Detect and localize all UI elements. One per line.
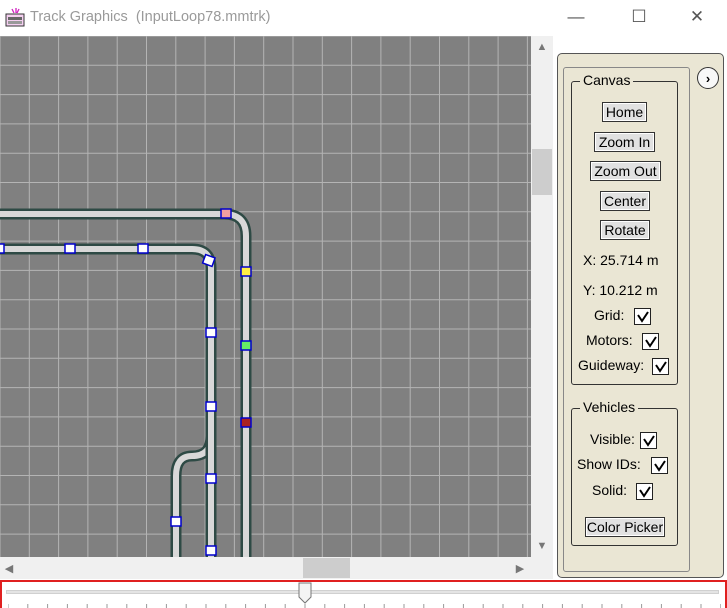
visible-checkbox[interactable] — [640, 432, 657, 449]
zoom-out-button[interactable]: Zoom Out — [590, 161, 661, 181]
vehicles-group-legend: Vehicles — [580, 399, 639, 415]
visible-label: Visible: — [590, 431, 635, 447]
checkmark-icon — [644, 335, 657, 348]
motor-marker[interactable] — [240, 266, 252, 277]
timeline-ticks — [8, 604, 721, 608]
checkmark-icon — [638, 485, 651, 498]
checkmark-icon — [653, 459, 666, 472]
scroll-up-icon[interactable]: ▲ — [531, 38, 553, 56]
scroll-down-icon[interactable]: ▼ — [531, 537, 553, 555]
x-coordinate-readout: X: 25.714 m — [583, 252, 659, 268]
close-button[interactable]: ✕ — [674, 0, 720, 34]
y-coordinate-readout: Y: 10.212 m — [583, 282, 658, 298]
home-button[interactable]: Home — [602, 102, 647, 122]
solid-label: Solid: — [592, 482, 628, 498]
timeline-slider-panel — [0, 580, 727, 608]
motor-marker[interactable] — [240, 340, 252, 351]
motor-marker[interactable] — [205, 473, 217, 484]
guideway-label: Guideway: — [578, 357, 645, 373]
expand-panel-button[interactable]: › — [697, 67, 719, 89]
checkmark-icon — [636, 310, 649, 323]
motor-marker[interactable] — [0, 243, 5, 254]
center-button[interactable]: Center — [600, 191, 650, 211]
motor-marker[interactable] — [64, 243, 76, 254]
motors-checkbox[interactable] — [642, 333, 659, 350]
app-icon — [5, 8, 25, 27]
zoom-in-button[interactable]: Zoom In — [594, 132, 655, 152]
timeline-slider-thumb[interactable] — [298, 582, 312, 604]
control-panel: › Canvas Home Zoom In Zoom Out Center Ro… — [557, 53, 724, 578]
title-bar: Track Graphics (InputLoop78.mmtrk) — ☐ ✕ — [0, 0, 727, 36]
grid-checkbox[interactable] — [634, 308, 651, 325]
scroll-right-icon[interactable]: ▶ — [511, 557, 529, 579]
horizontal-scroll-thumb[interactable] — [303, 558, 350, 578]
show-ids-checkbox[interactable] — [651, 457, 668, 474]
scrollbar-corner — [531, 557, 553, 579]
window-title: Track Graphics (InputLoop78.mmtrk) — [30, 9, 271, 25]
timeline-slider-track[interactable] — [6, 590, 719, 594]
motor-marker[interactable] — [240, 417, 252, 428]
maximize-button[interactable]: ☐ — [616, 0, 662, 34]
grid-lines — [0, 36, 531, 557]
motor-marker[interactable] — [205, 401, 217, 412]
horizontal-scrollbar[interactable]: ◀ ▶ — [0, 557, 531, 579]
vehicles-group: Vehicles Visible: Show IDs: Solid: Color… — [571, 399, 678, 546]
track-canvas[interactable] — [0, 36, 531, 557]
motor-marker[interactable] — [137, 243, 149, 254]
track-drawing[interactable] — [0, 36, 531, 557]
grid-label: Grid: — [594, 307, 625, 323]
canvas-group: Canvas Home Zoom In Zoom Out Center Rota… — [571, 72, 678, 385]
checkmark-icon — [642, 434, 655, 447]
rotate-button[interactable]: Rotate — [600, 220, 650, 240]
show-ids-label: Show IDs: — [577, 456, 641, 472]
canvas-group-legend: Canvas — [580, 72, 634, 88]
motors-label: Motors: — [586, 332, 633, 348]
minimize-button[interactable]: — — [553, 0, 599, 34]
motor-marker[interactable] — [205, 545, 217, 556]
scroll-left-icon[interactable]: ◀ — [0, 557, 18, 579]
motor-marker[interactable] — [220, 208, 232, 219]
vertical-scrollbar[interactable]: ▲ ▼ — [531, 36, 553, 557]
guideway-checkbox[interactable] — [652, 358, 669, 375]
checkmark-icon — [654, 360, 667, 373]
inner-track — [0, 243, 217, 557]
motor-marker[interactable] — [205, 327, 217, 338]
color-picker-button[interactable]: Color Picker — [585, 517, 665, 537]
motor-marker[interactable] — [170, 516, 182, 527]
solid-checkbox[interactable] — [636, 483, 653, 500]
vertical-scroll-thumb[interactable] — [532, 149, 552, 195]
